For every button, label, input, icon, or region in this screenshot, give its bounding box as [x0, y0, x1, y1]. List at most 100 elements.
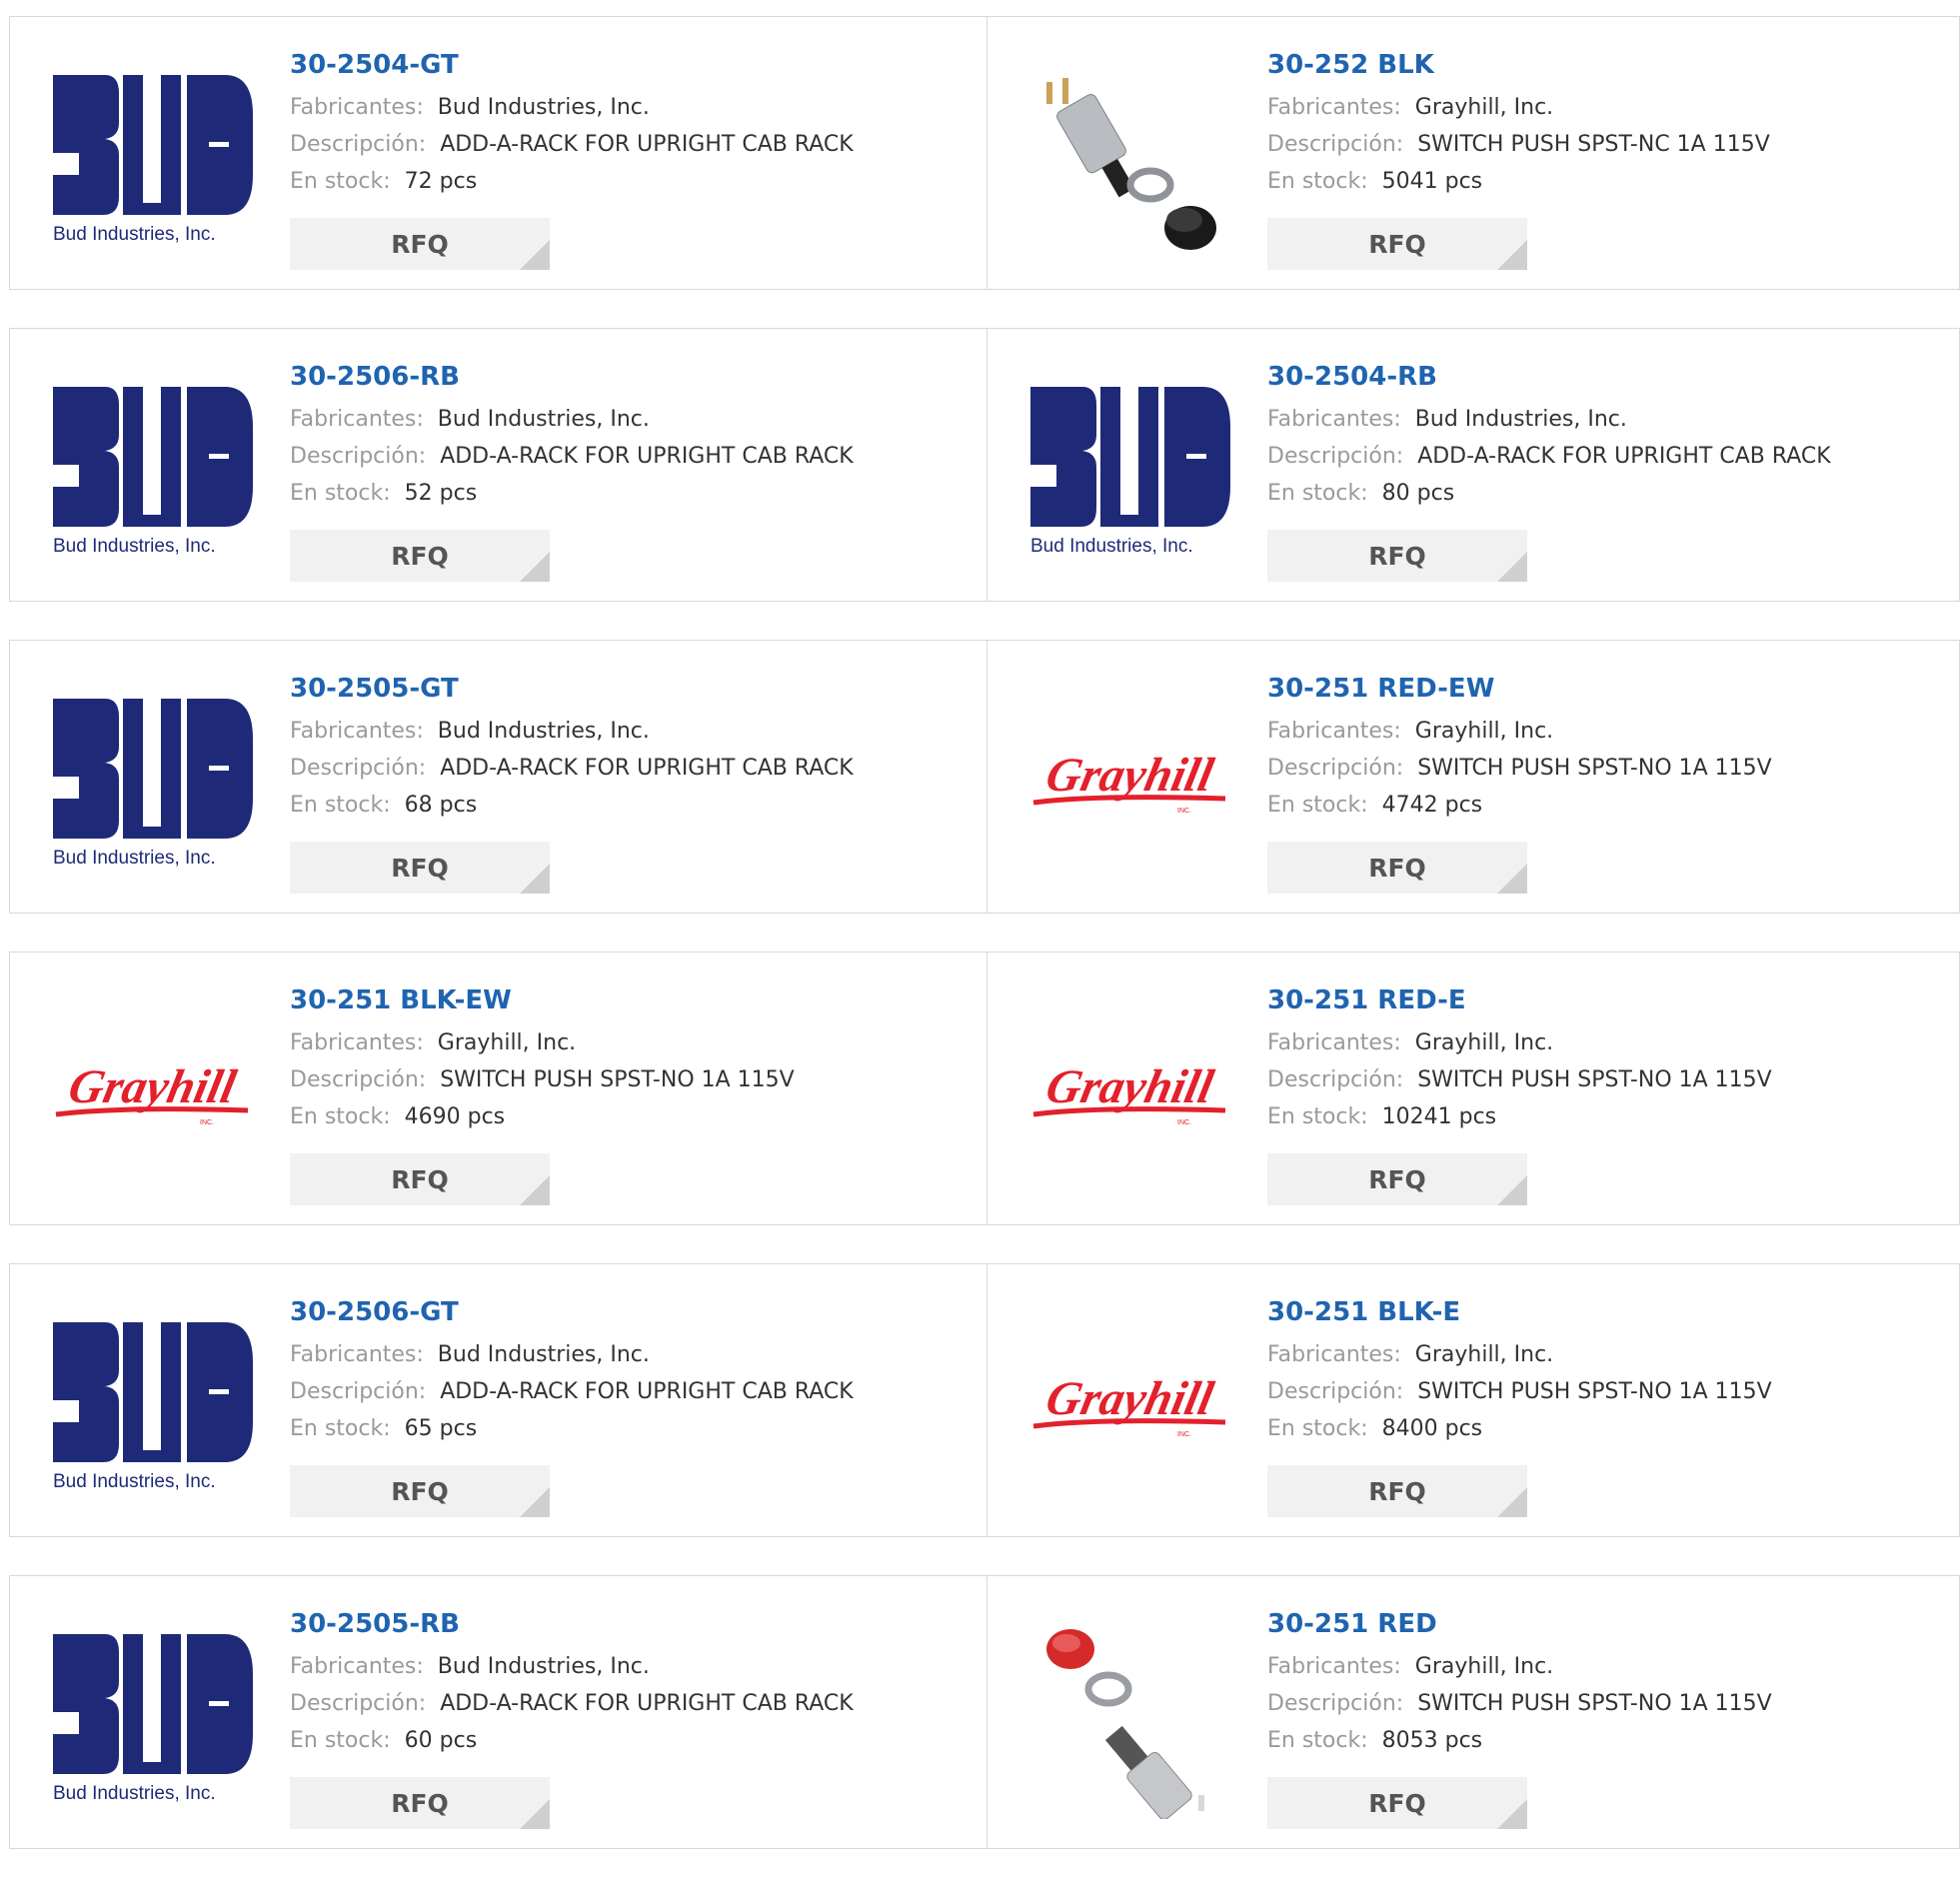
- rfq-button[interactable]: RFQ: [290, 218, 550, 270]
- corner-decoration: [1497, 1175, 1527, 1205]
- bud-logo[interactable]: Bud Industries, Inc.: [50, 1616, 255, 1821]
- stock-label: En stock:: [1267, 169, 1368, 194]
- description-value: ADD-A-RACK FOR UPRIGHT CAB RACK: [440, 1379, 854, 1404]
- part-number-link[interactable]: 30-2504-RB: [1267, 357, 1831, 397]
- switch-red-photo[interactable]: [1027, 1616, 1232, 1821]
- corner-decoration: [1497, 1487, 1527, 1517]
- part-number-link[interactable]: 30-251 RED-EW: [1267, 669, 1772, 709]
- bud-logo[interactable]: Bud Industries, Inc.: [50, 681, 255, 886]
- rfq-button[interactable]: RFQ: [1267, 1465, 1527, 1517]
- description-label: Descripción:: [290, 444, 427, 469]
- bud-logo[interactable]: Bud Industries, Inc.: [50, 369, 255, 574]
- part-number-link[interactable]: 30-251 RED-E: [1267, 980, 1772, 1020]
- stock-label: En stock:: [290, 793, 391, 818]
- corner-decoration: [1497, 1799, 1527, 1829]
- grayhill-logo[interactable]: Grayhill INC.: [1027, 992, 1232, 1197]
- svg-text:Grayhill: Grayhill: [64, 1060, 241, 1112]
- stock-value: 68 pcs: [404, 793, 478, 818]
- svg-text:Bud Industries, Inc.: Bud Industries, Inc.: [53, 848, 216, 869]
- manufacturer-label: Fabricantes:: [1267, 95, 1401, 120]
- description-value: ADD-A-RACK FOR UPRIGHT CAB RACK: [440, 756, 854, 781]
- rfq-button[interactable]: RFQ: [290, 1777, 550, 1829]
- product-card: Bud Industries, Inc. 30-2506-GT Fabrican…: [9, 1263, 987, 1537]
- corner-decoration: [1497, 240, 1527, 270]
- grayhill-logo[interactable]: Grayhill INC.: [1027, 681, 1232, 886]
- product-row: Bud Industries, Inc. 30-2505-RB Fabrican…: [9, 1575, 1960, 1849]
- rfq-button[interactable]: RFQ: [290, 1153, 550, 1205]
- description-value: SWITCH PUSH SPST-NO 1A 115V: [440, 1067, 795, 1092]
- corner-decoration: [520, 1799, 550, 1829]
- stock-value: 4690 pcs: [404, 1104, 506, 1129]
- rfq-button[interactable]: RFQ: [290, 1465, 550, 1517]
- part-number-link[interactable]: 30-252 BLK: [1267, 45, 1770, 85]
- part-number-link[interactable]: 30-2506-RB: [290, 357, 854, 397]
- stock-value: 72 pcs: [404, 169, 478, 194]
- product-card: Grayhill INC. 30-251 RED-E Fabricantes: G…: [987, 951, 1960, 1225]
- rfq-label: RFQ: [1368, 229, 1426, 259]
- description-label: Descripción:: [1267, 756, 1404, 781]
- product-card: Bud Industries, Inc. 30-2506-RB Fabrican…: [9, 328, 987, 602]
- manufacturer-value: Grayhill, Inc.: [1414, 1030, 1554, 1055]
- corner-decoration: [1497, 552, 1527, 582]
- bud-logo[interactable]: Bud Industries, Inc.: [50, 57, 255, 262]
- part-number-link[interactable]: 30-2504-GT: [290, 45, 854, 85]
- rfq-button[interactable]: RFQ: [1267, 1777, 1527, 1829]
- part-number-link[interactable]: 30-251 BLK-E: [1267, 1292, 1772, 1332]
- stock-value: 4742 pcs: [1381, 793, 1483, 818]
- corner-decoration: [520, 864, 550, 894]
- rfq-button[interactable]: RFQ: [1267, 530, 1527, 582]
- description-value: ADD-A-RACK FOR UPRIGHT CAB RACK: [440, 132, 854, 157]
- svg-text:Grayhill: Grayhill: [1041, 1372, 1218, 1424]
- stock-value: 8053 pcs: [1381, 1728, 1483, 1753]
- manufacturer-label: Fabricantes:: [1267, 1342, 1401, 1367]
- part-number-link[interactable]: 30-251 RED: [1267, 1604, 1772, 1644]
- rfq-button[interactable]: RFQ: [1267, 1153, 1527, 1205]
- rfq-button[interactable]: RFQ: [290, 842, 550, 894]
- product-card: 30-251 RED Fabricantes: Grayhill, Inc. De…: [987, 1575, 1960, 1849]
- stock-value: 80 pcs: [1381, 481, 1455, 506]
- manufacturer-label: Fabricantes:: [1267, 1654, 1401, 1679]
- stock-label: En stock:: [290, 1104, 391, 1129]
- grayhill-logo[interactable]: Grayhill INC.: [50, 992, 255, 1197]
- product-card: Bud Industries, Inc. 30-2504-RB Fabrican…: [987, 328, 1960, 602]
- rfq-button[interactable]: RFQ: [290, 530, 550, 582]
- grayhill-logo[interactable]: Grayhill INC.: [1027, 1304, 1232, 1509]
- product-row: Bud Industries, Inc. 30-2506-RB Fabrican…: [9, 328, 1960, 602]
- svg-text:INC.: INC.: [1177, 1119, 1191, 1126]
- description-value: SWITCH PUSH SPST-NO 1A 115V: [1417, 756, 1772, 781]
- description-label: Descripción:: [290, 756, 427, 781]
- svg-text:INC.: INC.: [1177, 1431, 1191, 1438]
- description-value: SWITCH PUSH SPST-NO 1A 115V: [1417, 1691, 1772, 1716]
- product-card: Grayhill INC. 30-251 BLK-EW Fabricantes:…: [9, 951, 987, 1225]
- stock-value: 65 pcs: [404, 1416, 478, 1441]
- manufacturer-label: Fabricantes:: [1267, 719, 1401, 744]
- rfq-button[interactable]: RFQ: [1267, 842, 1527, 894]
- stock-label: En stock:: [1267, 1104, 1368, 1129]
- manufacturer-value: Grayhill, Inc.: [437, 1030, 577, 1055]
- rfq-label: RFQ: [391, 541, 449, 571]
- part-number-link[interactable]: 30-2505-RB: [290, 1604, 854, 1644]
- part-number-link[interactable]: 30-251 BLK-EW: [290, 980, 795, 1020]
- stock-label: En stock:: [290, 1416, 391, 1441]
- stock-value: 10241 pcs: [1381, 1104, 1497, 1129]
- description-label: Descripción:: [1267, 1067, 1404, 1092]
- part-number-link[interactable]: 30-2505-GT: [290, 669, 854, 709]
- rfq-button[interactable]: RFQ: [1267, 218, 1527, 270]
- product-row: Bud Industries, Inc. 30-2505-GT Fabrican…: [9, 640, 1960, 914]
- rfq-label: RFQ: [1368, 1476, 1426, 1506]
- product-card: Bud Industries, Inc. 30-2504-GT Fabrican…: [9, 16, 987, 290]
- stock-value: 8400 pcs: [1381, 1416, 1483, 1441]
- rfq-label: RFQ: [1368, 541, 1426, 571]
- bud-logo[interactable]: Bud Industries, Inc.: [50, 1304, 255, 1509]
- rfq-label: RFQ: [391, 853, 449, 883]
- svg-text:Bud Industries, Inc.: Bud Industries, Inc.: [1030, 536, 1193, 557]
- rfq-label: RFQ: [391, 1476, 449, 1506]
- manufacturer-value: Bud Industries, Inc.: [437, 1342, 650, 1367]
- switch-black-photo[interactable]: [1027, 57, 1232, 262]
- bud-logo[interactable]: Bud Industries, Inc.: [1027, 369, 1232, 574]
- corner-decoration: [1497, 864, 1527, 894]
- description-value: ADD-A-RACK FOR UPRIGHT CAB RACK: [1417, 444, 1831, 469]
- stock-label: En stock:: [1267, 1416, 1368, 1441]
- part-number-link[interactable]: 30-2506-GT: [290, 1292, 854, 1332]
- stock-label: En stock:: [1267, 481, 1368, 506]
